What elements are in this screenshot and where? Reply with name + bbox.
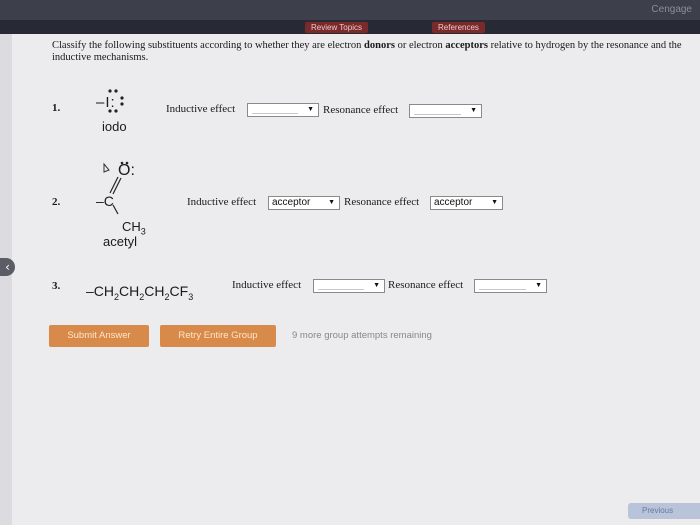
submit-answer-button[interactable]: Submit Answer: [49, 325, 149, 347]
instructions-middle: or electron: [394, 40, 446, 51]
triangle-down-icon: ▼: [535, 282, 542, 289]
resonance-label: Resonance effect: [344, 196, 420, 208]
resonance-label: Resonance effect: [323, 104, 399, 116]
instructions-acceptors: acceptors: [445, 40, 488, 51]
acetyl-oxygen: O:: [118, 162, 135, 179]
substituent-name: iodo: [102, 119, 127, 134]
substituent-name: acetyl: [103, 234, 137, 249]
top-strip: Cengage: [0, 0, 700, 20]
instructions-prefix: Classify the following substituents acco…: [52, 40, 365, 51]
left-edge: [0, 34, 12, 525]
previous-label: Previous: [642, 506, 674, 515]
resonance-effect-select[interactable]: acceptor ▼: [430, 196, 503, 210]
inductive-label: Inductive effect: [187, 196, 257, 208]
brand-fragment: Cengage: [651, 4, 692, 15]
inductive-effect-select[interactable]: ▼: [247, 103, 319, 117]
resonance-effect-select[interactable]: ▼: [409, 104, 482, 118]
triangle-down-icon: ▼: [328, 199, 335, 206]
retry-entire-group-button[interactable]: Retry Entire Group: [160, 325, 276, 347]
attempts-remaining: 9 more group attempts remaining: [292, 330, 432, 341]
inductive-label: Inductive effect: [232, 279, 302, 291]
triangle-down-icon: ▼: [373, 282, 380, 289]
triangle-down-icon: ▼: [470, 107, 477, 114]
question-number: 2.: [52, 196, 61, 208]
acetyl-carbon: –C: [96, 193, 114, 209]
resonance-effect-select[interactable]: ▼: [474, 279, 547, 293]
tab-review-topics[interactable]: Review Topics: [305, 22, 368, 33]
instructions-donors: donors: [364, 40, 395, 51]
substituent-formula: –CH2CH2CH2CF3: [86, 283, 194, 302]
question-number: 3.: [52, 280, 61, 292]
inductive-effect-select[interactable]: acceptor ▼: [268, 196, 340, 210]
question-number: 1.: [52, 102, 61, 114]
inductive-label: Inductive effect: [166, 103, 236, 115]
resonance-label: Resonance effect: [388, 279, 464, 291]
inductive-effect-select[interactable]: ▼: [313, 279, 385, 293]
instructions: Classify the following substituents acco…: [52, 40, 692, 64]
triangle-down-icon: ▼: [491, 199, 498, 206]
previous-button[interactable]: Previous: [628, 503, 700, 519]
tab-bar: Review Topics References: [0, 20, 700, 34]
triangle-down-icon: ▼: [307, 106, 314, 113]
tab-references[interactable]: References: [432, 22, 485, 33]
iodo-formula: –I:: [96, 94, 116, 111]
